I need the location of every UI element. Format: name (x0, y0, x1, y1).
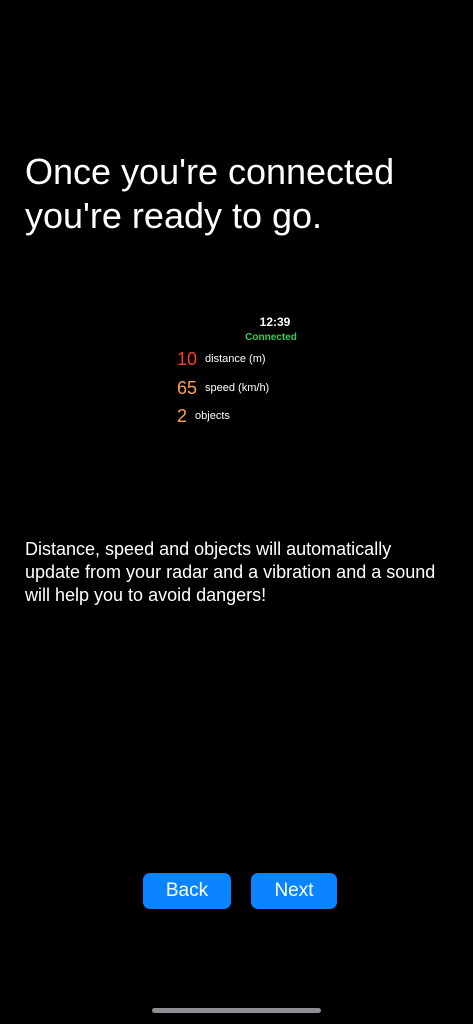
home-indicator[interactable] (152, 1008, 321, 1013)
distance-metric: 10 distance (m) (177, 348, 266, 370)
description-text: Distance, speed and objects will automat… (25, 539, 436, 605)
speed-value: 65 (177, 378, 198, 398)
preview-time: 12:39 (259, 315, 291, 329)
objects-value: 2 (177, 406, 188, 426)
back-button[interactable]: Back (143, 873, 231, 909)
onboarding-screen: Once you're connected you're ready to go… (0, 0, 473, 1024)
distance-value: 10 (177, 349, 198, 369)
connection-status: Connected (245, 332, 297, 343)
distance-label: distance (m) (205, 353, 266, 365)
speed-metric: 65 speed (km/h) (177, 377, 269, 399)
radar-preview: 12:39 Connected 10 distance (m) 65 speed… (0, 310, 473, 430)
objects-label: objects (195, 410, 230, 422)
next-button[interactable]: Next (251, 873, 337, 909)
page-title: Once you're connected you're ready to go… (25, 151, 395, 236)
objects-metric: 2 objects (177, 405, 230, 427)
speed-label: speed (km/h) (205, 382, 270, 394)
